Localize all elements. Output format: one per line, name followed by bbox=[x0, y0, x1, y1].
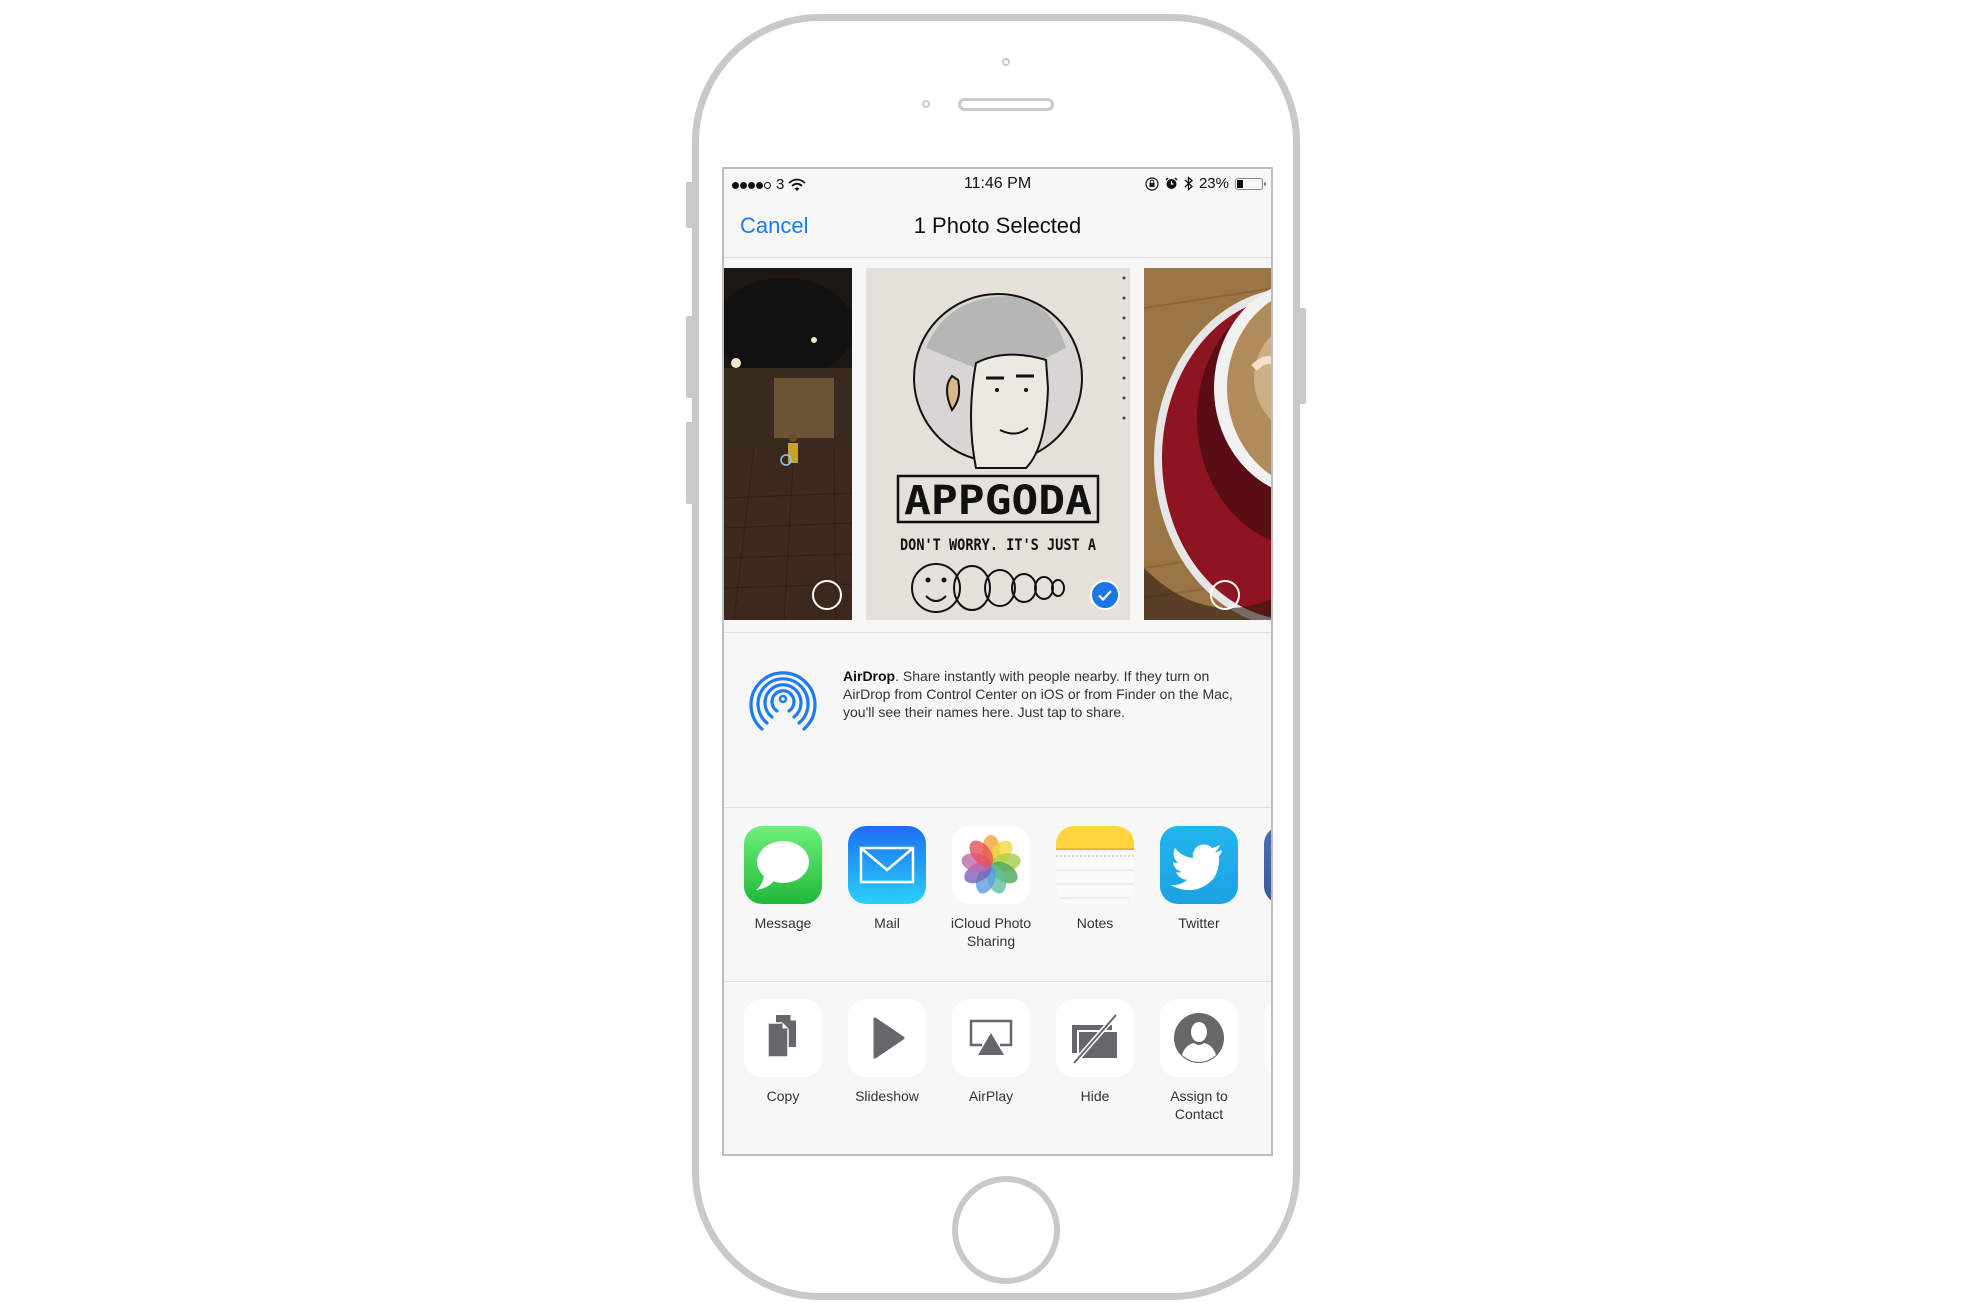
latte-photo bbox=[1144, 268, 1271, 620]
action-hide[interactable]: Hide bbox=[1043, 999, 1147, 1105]
photo-thumbnail[interactable] bbox=[724, 268, 852, 620]
bluetooth-icon bbox=[1184, 176, 1193, 191]
hide-icon[interactable] bbox=[1056, 999, 1134, 1077]
share-app-twitter[interactable]: Twitter bbox=[1147, 826, 1251, 932]
photo-strip[interactable]: APPGODA DON'T WORRY. IT'S JUST A bbox=[724, 268, 1271, 620]
share-app-icloud-photo-sharing[interactable]: iCloud Photo Sharing bbox=[939, 826, 1043, 950]
volume-down-button bbox=[686, 422, 693, 504]
share-app-label: F bbox=[1251, 914, 1271, 932]
share-app-facebook[interactable]: F bbox=[1251, 826, 1271, 932]
proximity-sensor bbox=[922, 100, 930, 108]
airdrop-section: AirDrop. Share instantly with people nea… bbox=[724, 633, 1271, 809]
share-app-label: Notes bbox=[1076, 915, 1114, 931]
action-slideshow[interactable]: Slideshow bbox=[835, 999, 939, 1105]
more-action-icon[interactable] bbox=[1264, 999, 1271, 1077]
selection-circle[interactable] bbox=[812, 580, 842, 610]
photo-thumbnail[interactable] bbox=[1144, 268, 1271, 620]
action-label: Copy bbox=[766, 1088, 800, 1104]
share-app-notes[interactable]: Notes bbox=[1043, 826, 1147, 932]
contact-icon[interactable] bbox=[1160, 999, 1238, 1077]
share-app-label: Mail bbox=[874, 915, 900, 931]
action-label: V bbox=[1251, 1087, 1271, 1105]
share-apps-row: Message Mail iCloud Photo Sharing Notes bbox=[724, 826, 1271, 976]
sketch-logo-text: APPGODA bbox=[904, 478, 1092, 524]
airplay-icon[interactable] bbox=[952, 999, 1030, 1077]
share-app-label: iCloud Photo Sharing bbox=[950, 915, 1032, 949]
power-button bbox=[1299, 308, 1306, 404]
facebook-app-icon[interactable] bbox=[1264, 826, 1271, 904]
airdrop-body: . Share instantly with people nearby. If… bbox=[843, 668, 1233, 720]
night-street-photo bbox=[724, 268, 852, 620]
messages-app-icon[interactable] bbox=[744, 826, 822, 904]
photos-app-icon[interactable] bbox=[952, 826, 1030, 904]
mail-app-icon[interactable] bbox=[848, 826, 926, 904]
action-assign-to-contact[interactable]: Assign to Contact bbox=[1147, 999, 1251, 1123]
actions-row: Copy Slideshow AirPlay Hide Assign to Co… bbox=[724, 999, 1271, 1149]
share-app-label: Twitter bbox=[1178, 915, 1220, 931]
photo-thumbnail-selected[interactable]: APPGODA DON'T WORRY. IT'S JUST A bbox=[866, 268, 1130, 620]
action-more[interactable]: V bbox=[1251, 999, 1271, 1105]
status-bar: 3 11:46 PM 23% bbox=[724, 169, 1271, 199]
airdrop-icon bbox=[749, 671, 817, 731]
play-icon[interactable] bbox=[848, 999, 926, 1077]
front-camera bbox=[1002, 58, 1010, 66]
status-right: 23% bbox=[1145, 175, 1266, 192]
checkmark-icon bbox=[1098, 590, 1112, 602]
share-app-mail[interactable]: Mail bbox=[835, 826, 939, 932]
action-label: Slideshow bbox=[855, 1088, 919, 1104]
cancel-button[interactable]: Cancel bbox=[740, 213, 808, 239]
earpiece-speaker bbox=[958, 98, 1054, 111]
twitter-app-icon[interactable] bbox=[1160, 826, 1238, 904]
navigation-bar: Cancel 1 Photo Selected bbox=[724, 199, 1271, 258]
home-button[interactable] bbox=[952, 1176, 1060, 1284]
share-app-label: Message bbox=[754, 915, 812, 931]
battery-icon bbox=[1235, 177, 1266, 190]
notes-app-icon[interactable] bbox=[1056, 826, 1134, 904]
divider bbox=[724, 807, 1271, 808]
battery-percent: 23% bbox=[1198, 175, 1229, 192]
mute-switch bbox=[686, 182, 693, 228]
selected-checkmark[interactable] bbox=[1090, 580, 1120, 610]
alarm-icon bbox=[1165, 177, 1178, 189]
orientation-lock-icon bbox=[1145, 176, 1159, 191]
action-airplay[interactable]: AirPlay bbox=[939, 999, 1043, 1105]
airdrop-description: AirDrop. Share instantly with people nea… bbox=[843, 667, 1253, 721]
divider bbox=[724, 981, 1271, 982]
share-app-message[interactable]: Message bbox=[731, 826, 835, 932]
action-label: Hide bbox=[1080, 1088, 1110, 1104]
copy-icon[interactable] bbox=[744, 999, 822, 1077]
share-sheet-screen: 3 11:46 PM 23% Cancel 1 Photo Selected A… bbox=[722, 167, 1273, 1156]
action-copy[interactable]: Copy bbox=[731, 999, 835, 1105]
volume-up-button bbox=[686, 316, 693, 398]
selection-circle[interactable] bbox=[1210, 580, 1240, 610]
action-label: AirPlay bbox=[968, 1088, 1014, 1104]
sketch-caption-text: DON'T WORRY. IT'S JUST A bbox=[900, 535, 1096, 554]
gorilla-sketch-photo: APPGODA DON'T WORRY. IT'S JUST A bbox=[866, 268, 1130, 620]
airdrop-title: AirDrop bbox=[843, 668, 896, 684]
action-label: Assign to Contact bbox=[1170, 1088, 1228, 1122]
